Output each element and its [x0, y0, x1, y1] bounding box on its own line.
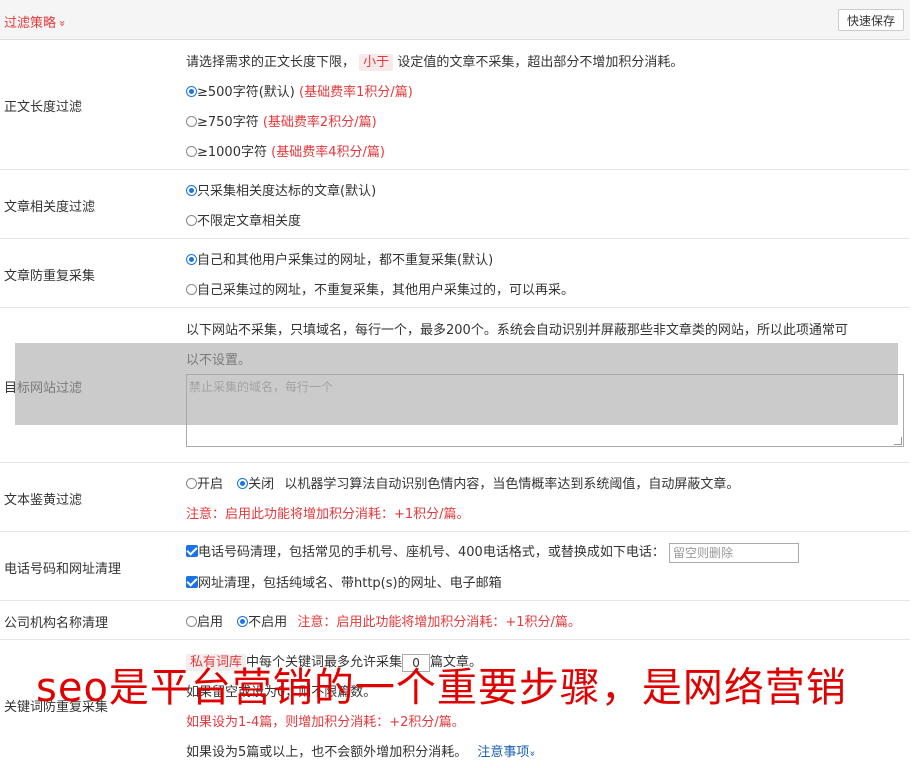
- relevance-option-default[interactable]: 只采集相关度达标的文章(默认): [186, 180, 376, 199]
- org-clean-note: 注意：启用此功能将增加积分消耗：+1积分/篇。: [297, 615, 581, 630]
- option-label: 启用: [197, 615, 224, 630]
- row-label: 电话号码和网址清理: [4, 562, 122, 577]
- site-filter-desc-line2: 以不设置。: [186, 353, 252, 368]
- option-label: 电话号码清理，包括常见的手机号、座机号、400电话格式，或替换成如下电话：: [198, 545, 665, 560]
- replacement-phone-input[interactable]: 留空则删除: [668, 542, 799, 563]
- textarea-placeholder: 禁止采集的域名，每行一个: [189, 380, 334, 394]
- option-label: 关闭: [248, 477, 275, 492]
- radio-button[interactable]: [186, 86, 197, 97]
- filter-strategy-header: 过滤策略» 快速保存: [0, 0, 910, 40]
- radio-button[interactable]: [186, 185, 197, 196]
- length-filter-row: 正文长度过滤 请选择需求的正文长度下限， 小于 设定值的文章不采集，超出部分不增…: [0, 40, 910, 170]
- radio-button[interactable]: [186, 146, 197, 157]
- porn-filter-note: 注意：启用此功能将增加积分消耗：+1积分/篇。: [186, 507, 470, 522]
- checkbox-phone[interactable]: [186, 545, 198, 557]
- keyword-line4: 如果设为5篇或以上，也不会额外增加积分消耗。 注意事项»: [186, 741, 538, 760]
- option-note: (基础费率1积分/篇): [299, 85, 413, 100]
- url-clean-option: 网址清理，包括纯域名、带http(s)的网址、电子邮箱: [186, 572, 502, 591]
- desc-text: 设定值的文章不采集，超出部分不增加积分消耗。: [397, 55, 684, 70]
- site-filter-row: 目标网站过滤 以下网站不采集，只填域名，每行一个，最多200个。系统会自动识别并…: [0, 308, 910, 463]
- section-title-label: 过滤策略: [4, 16, 57, 31]
- row-label: 目标网站过滤: [4, 381, 83, 396]
- radio-disable-button[interactable]: [237, 616, 249, 627]
- radio-button[interactable]: [186, 116, 197, 127]
- desc-text: 请选择需求的正文长度下限，: [186, 55, 356, 70]
- org-clean-options: 启用 不启用 注意：启用此功能将增加积分消耗：+1积分/篇。: [186, 611, 581, 630]
- dedupe-option-self[interactable]: 自己采集过的网址，不重复采集，其他用户采集过的，可以再采。: [186, 279, 574, 298]
- length-option-750[interactable]: ≥750字符 (基础费率2积分/篇): [186, 111, 377, 130]
- porn-filter-desc: 以机器学习算法自动识别色情内容，当色情概率达到系统阈值，自动屏蔽文章。: [284, 477, 740, 492]
- option-note: (基础费率2积分/篇): [262, 115, 377, 130]
- phone-clean-option: 电话号码清理，包括常见的手机号、座机号、400电话格式，或替换成如下电话： 留空…: [186, 541, 799, 563]
- chevron-down-icon: »: [527, 750, 538, 757]
- option-label: ≥750字符: [197, 115, 259, 130]
- chevron-down-icon: »: [55, 20, 69, 27]
- resize-grip-icon[interactable]: [894, 437, 902, 445]
- notes-link[interactable]: 注意事项»: [477, 745, 538, 760]
- length-option-1000[interactable]: ≥1000字符 (基础费率4积分/篇): [186, 141, 385, 160]
- dedupe-option-all[interactable]: 自己和其他用户采集过的网址，都不重复采集(默认): [186, 249, 493, 268]
- porn-filter-options: 开启 关闭 以机器学习算法自动识别色情内容，当色情概率达到系统阈值，自动屏蔽文章…: [186, 473, 739, 492]
- option-label: ≥1000字符: [197, 145, 267, 160]
- relevance-option-any[interactable]: 不限定文章相关度: [186, 210, 301, 229]
- option-label: 开启: [197, 477, 224, 492]
- radio-button[interactable]: [186, 254, 197, 265]
- porn-filter-row: 文本鉴黄过滤 开启 关闭 以机器学习算法自动识别色情内容，当色情概率达到系统阈值…: [0, 463, 910, 532]
- less-than-tag: 小于: [359, 54, 394, 71]
- link-label: 注意事项: [477, 745, 530, 760]
- dedupe-row: 文章防重复采集 自己和其他用户采集过的网址，都不重复采集(默认) 自己采集过的网…: [0, 239, 910, 308]
- option-label: 不限定文章相关度: [197, 214, 302, 229]
- checkbox-url[interactable]: [186, 576, 198, 588]
- length-option-500[interactable]: ≥500字符(默认) (基础费率1积分/篇): [186, 81, 413, 100]
- option-label: 不启用: [248, 615, 288, 630]
- row-label: 文本鉴黄过滤: [4, 493, 83, 508]
- row-label: 公司机构名称清理: [4, 616, 109, 631]
- length-filter-desc: 请选择需求的正文长度下限， 小于 设定值的文章不采集，超出部分不增加积分消耗。: [186, 51, 684, 71]
- blocked-domains-textarea[interactable]: 禁止采集的域名，每行一个: [186, 374, 904, 447]
- quick-save-button[interactable]: 快速保存: [837, 9, 904, 31]
- radio-on-button[interactable]: [186, 478, 197, 489]
- phone-clean-row: 电话号码和网址清理 电话号码清理，包括常见的手机号、座机号、400电话格式，或替…: [0, 532, 910, 601]
- radio-button[interactable]: [186, 284, 197, 295]
- option-label: ≥500字符(默认): [197, 85, 295, 100]
- option-label: 网址清理，包括纯域名、带http(s)的网址、电子邮箱: [198, 576, 502, 591]
- desc-text: 如果设为5篇或以上，也不会额外增加积分消耗。: [186, 745, 468, 760]
- input-placeholder: 留空则删除: [672, 545, 733, 560]
- radio-button[interactable]: [186, 215, 197, 226]
- site-filter-desc-line1: 以下网站不采集，只填域名，每行一个，最多200个。系统会自动识别并屏蔽那些非文章…: [186, 323, 848, 338]
- section-title[interactable]: 过滤策略»: [4, 12, 69, 31]
- option-note: (基础费率4积分/篇): [271, 145, 385, 160]
- option-label: 自己和其他用户采集过的网址，都不重复采集(默认): [197, 253, 494, 268]
- org-clean-row: 公司机构名称清理 启用 不启用 注意：启用此功能将增加积分消耗：+1积分/篇。: [0, 601, 910, 640]
- relevance-filter-row: 文章相关度过滤 只采集相关度达标的文章(默认) 不限定文章相关度: [0, 170, 910, 239]
- option-label: 只采集相关度达标的文章(默认): [197, 184, 377, 199]
- radio-enable-button[interactable]: [186, 616, 197, 627]
- row-label: 文章相关度过滤: [4, 200, 96, 215]
- option-label: 自己采集过的网址，不重复采集，其他用户采集过的，可以再采。: [197, 283, 575, 298]
- row-label: 正文长度过滤: [4, 100, 83, 115]
- watermark-caption: seo是平台营销的一个重要步骤，是网络营销: [36, 665, 847, 711]
- row-label: 文章防重复采集: [4, 269, 96, 284]
- radio-off-button[interactable]: [237, 478, 249, 489]
